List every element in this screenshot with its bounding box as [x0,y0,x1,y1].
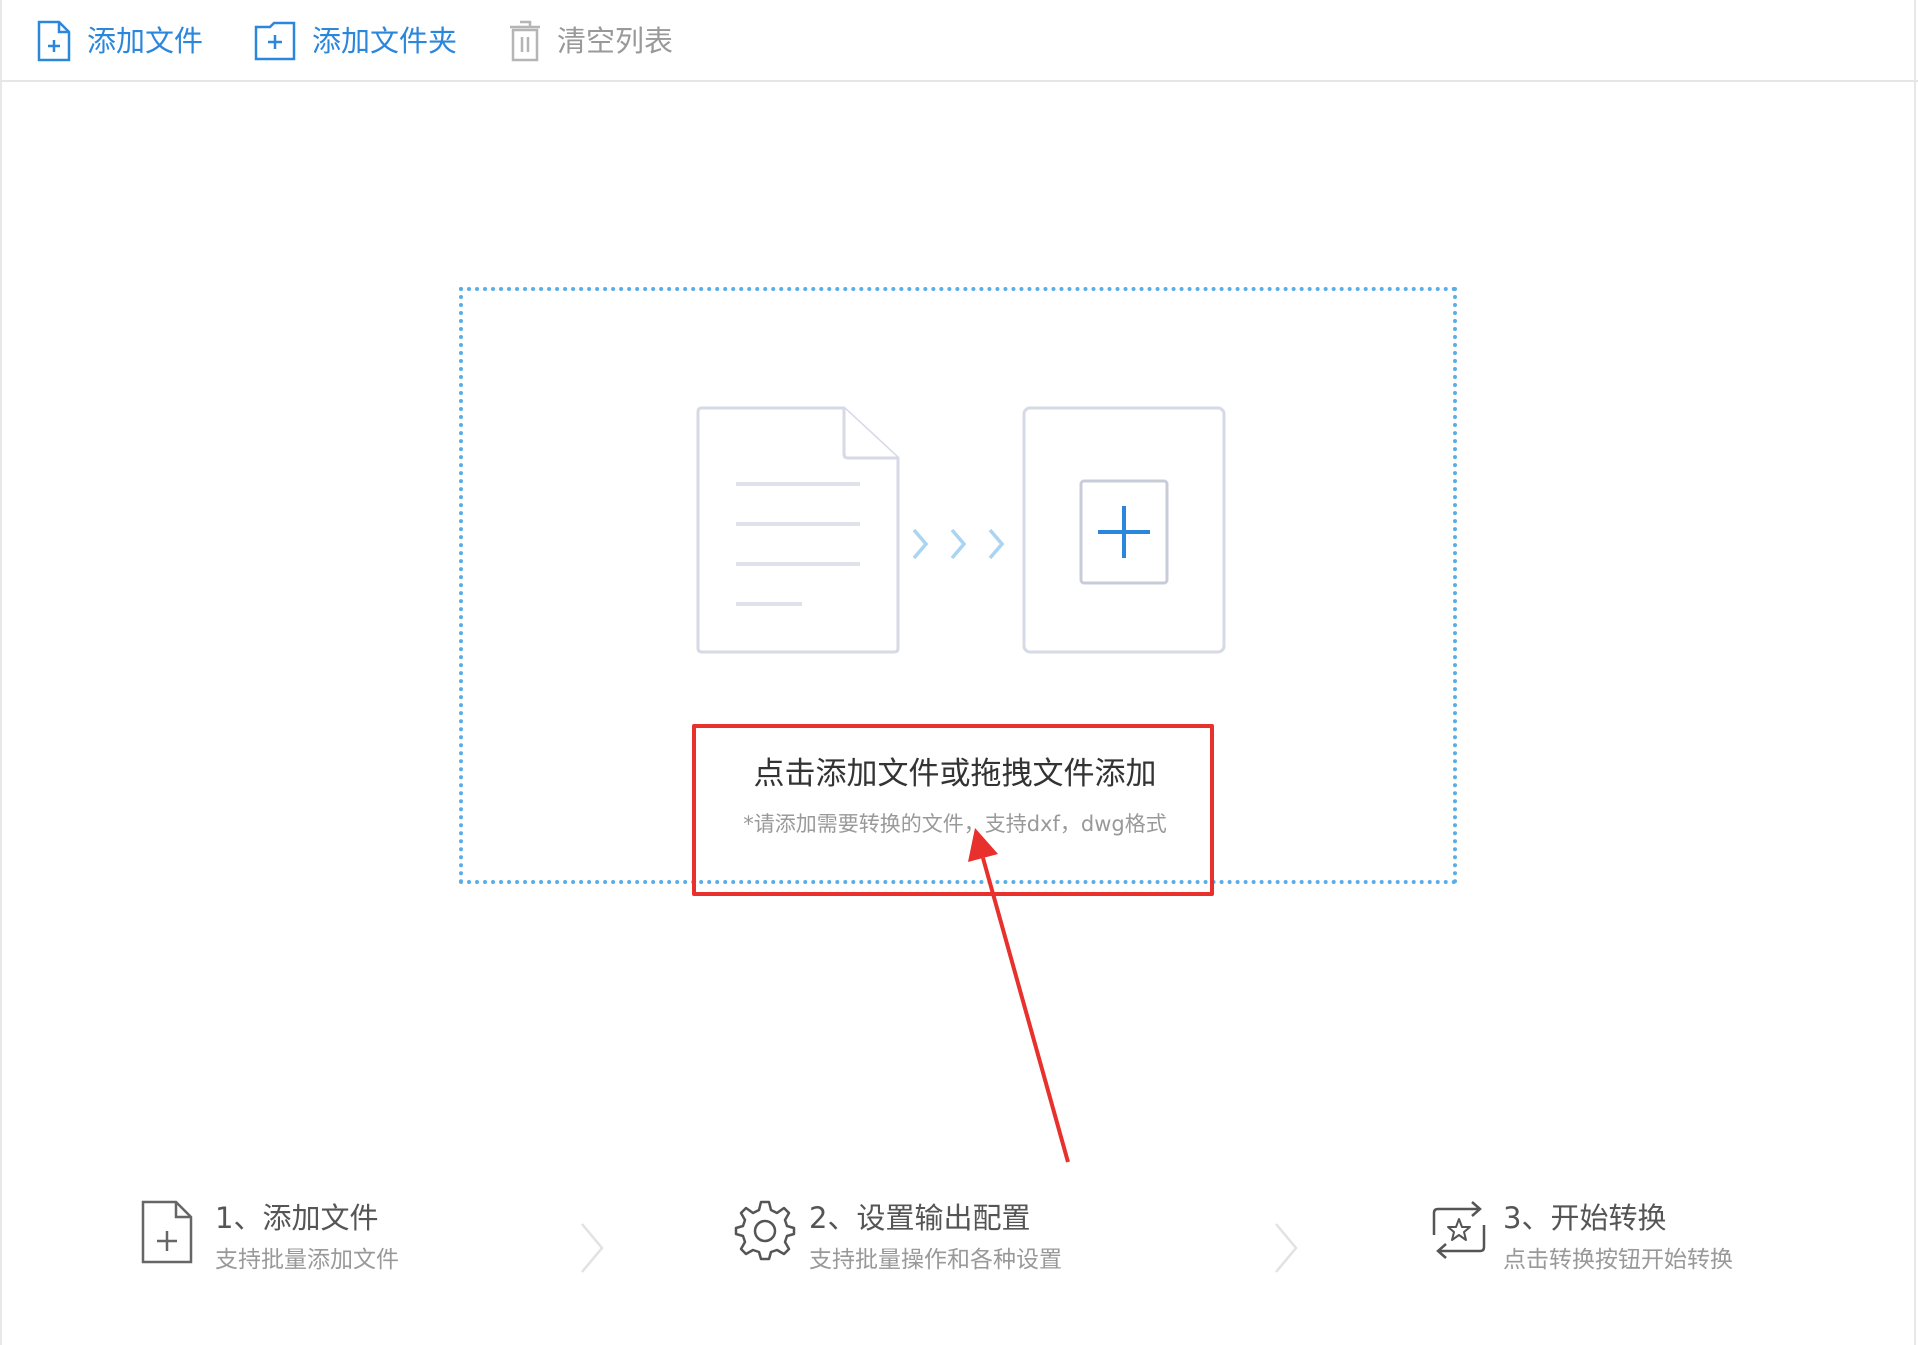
add-folder-label: 添加文件夹 [312,24,458,58]
chevron-right-icon [581,1223,604,1273]
step-1-desc: 支持批量添加文件 [215,1247,399,1273]
document-icon [696,406,900,654]
add-file-button[interactable]: 添加文件 [37,18,203,64]
clear-list-label: 清空列表 [557,24,674,58]
step-2-title: 2、设置输出配置 [809,1201,1031,1235]
arrows-icon [912,528,1005,560]
chevron-right-icon [1275,1223,1298,1273]
clear-list-button[interactable]: 清空列表 [509,18,673,64]
folder-plus-icon [254,21,296,61]
step-1-title: 1、添加文件 [215,1201,379,1235]
add-folder-button[interactable]: 添加文件夹 [254,18,457,64]
left-border [0,0,2,1345]
add-file-label: 添加文件 [87,24,204,58]
toolbar: 添加文件 添加文件夹 清空列表 [0,0,1918,82]
annotation-highlight-box [692,724,1214,896]
file-plus-icon [140,1199,194,1269]
gear-icon [734,1199,796,1265]
right-border [1914,0,1916,1345]
file-plus-icon [37,20,71,62]
step-3-desc: 点击转换按钮开始转换 [1503,1247,1733,1273]
add-file-illustration [696,406,1226,654]
trash-icon [509,20,541,62]
convert-star-icon [1428,1199,1490,1265]
plus-box-icon [1022,406,1226,654]
step-3-title: 3、开始转换 [1503,1201,1667,1235]
step-2-desc: 支持批量操作和各种设置 [809,1247,1062,1273]
